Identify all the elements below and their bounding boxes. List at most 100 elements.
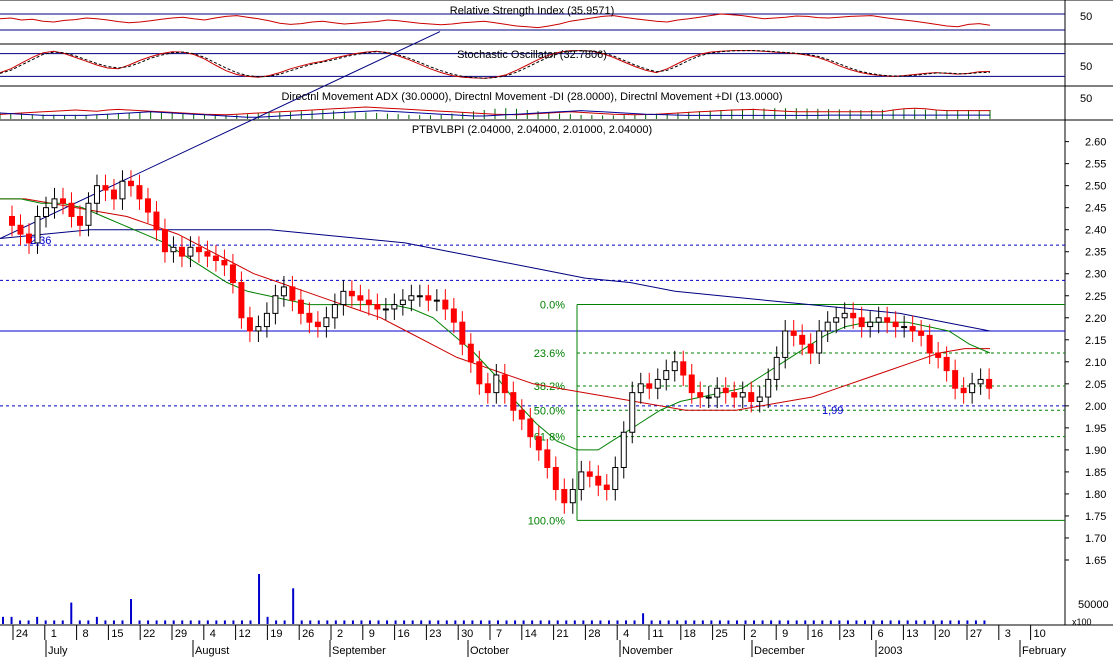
candle-body (807, 343, 814, 354)
candle-body (680, 361, 687, 376)
annotation-label: 1,99 (822, 405, 843, 417)
candle-body (416, 295, 423, 298)
candle-body (816, 330, 823, 354)
annotation-label: 2,36 (30, 235, 51, 247)
price-y-tick-label: 2.30 (1085, 269, 1106, 281)
rsi-title: Relative Strength Index (35.9571) (450, 5, 615, 17)
x-tick-label: 18 (684, 628, 696, 640)
x-tick-label: 4 (210, 628, 216, 640)
price-y-tick-label: 2.15 (1085, 335, 1106, 347)
candle-body (773, 356, 780, 380)
candle-body (59, 198, 66, 204)
x-tick-label: 11 (652, 628, 663, 640)
candle-body (637, 383, 644, 394)
dmi-panel (0, 106, 991, 119)
candle-body (365, 299, 372, 306)
price-y-tick-label: 2.20 (1085, 313, 1106, 325)
price-y-tick-label: 1.70 (1085, 533, 1106, 545)
x-tick-label: 23 (843, 628, 855, 640)
candle-body (620, 431, 627, 468)
candle-body (629, 392, 636, 433)
candle-body (739, 392, 746, 398)
price-y-tick-label: 2.25 (1085, 291, 1106, 303)
candle-body (654, 378, 661, 389)
candle-body (765, 378, 772, 398)
candle-body (212, 255, 219, 262)
candle-body (280, 286, 287, 297)
candle-body (408, 295, 415, 301)
candle-body (901, 326, 908, 329)
candle-body (960, 387, 967, 394)
candle-body (943, 356, 950, 372)
volume-tick: 50000 (1078, 599, 1109, 611)
month-label: December (754, 645, 805, 657)
candle-body (952, 370, 959, 389)
month-label: September (332, 645, 386, 657)
candle-body (926, 334, 933, 354)
price-y-tick-label: 2.00 (1085, 401, 1106, 413)
candle-body (153, 211, 160, 231)
candle-body (875, 317, 882, 323)
candle-body (603, 484, 610, 491)
candle-body (892, 321, 899, 328)
candle-body (484, 383, 491, 394)
chart-window: 2.60 2.55 2.50 2.45 2.40 2.35 2.30 2.25 2.20 2.15… (0, 0, 1113, 657)
price-y-tick-label: 2.10 (1085, 357, 1106, 369)
candle-body (612, 467, 619, 491)
candle-body (527, 418, 534, 438)
candle-body (697, 392, 704, 398)
candle-body (195, 246, 202, 253)
candle-body (297, 299, 304, 314)
month-label: October (470, 645, 509, 657)
stochastic-title: Stochastic Oscillator (32.7806) (457, 49, 607, 61)
candle-body (263, 312, 270, 328)
candle-body (127, 180, 134, 187)
candle-body (918, 330, 925, 336)
x-tick-label: 30 (461, 628, 473, 640)
candle-body (790, 330, 797, 336)
price-y-tick-label: 2.60 (1085, 137, 1106, 149)
chart-canvas: 2.60 2.55 2.50 2.45 2.40 2.35 2.30 2.25 2.20 2.15… (0, 0, 1113, 657)
candle-body (17, 224, 24, 235)
volume-panel (2, 574, 986, 624)
candle-body (833, 317, 840, 323)
x-tick-label: 16 (811, 628, 823, 640)
candle-body (238, 282, 245, 319)
x-tick-label: 2 (337, 628, 343, 640)
candle-body (824, 321, 831, 332)
x-tick-label: 21 (556, 628, 568, 640)
candle-body (357, 295, 364, 301)
x-tick-label: 29 (175, 628, 187, 640)
candle-body (714, 387, 721, 398)
candle-body (561, 489, 568, 504)
x-tick-label: 25 (715, 628, 727, 640)
x-tick-label: 28 (588, 628, 600, 640)
candle-body (986, 378, 993, 389)
candle-body (671, 361, 678, 372)
candle-body (382, 308, 389, 311)
candle-body (552, 467, 559, 491)
candle-body (136, 185, 143, 200)
month-label: 2003 (878, 645, 902, 657)
x-tick-label: 12 (238, 628, 250, 640)
x-tick-label: 14 (525, 628, 537, 640)
candle-body (331, 304, 338, 319)
candle-body (433, 299, 440, 302)
x-tick-label: 1 (51, 628, 57, 640)
candle-body (578, 471, 585, 491)
candle-body (510, 392, 517, 411)
candle-body (756, 396, 763, 402)
candle-body (323, 317, 330, 328)
x-tick-label: 23 (429, 628, 441, 640)
month-label: February (1022, 645, 1067, 657)
candle-body (569, 489, 576, 504)
price-y-tick-label: 2.55 (1085, 159, 1106, 171)
candle-body (476, 361, 483, 385)
price-y-tick-label: 1.85 (1085, 467, 1106, 479)
candle-body (204, 251, 211, 257)
x-tick-label: 7 (496, 628, 502, 640)
x-tick-label: 8 (83, 628, 89, 640)
candle-body (799, 334, 806, 345)
fib-label: 50.0% (534, 405, 565, 417)
candle-body (255, 326, 262, 332)
